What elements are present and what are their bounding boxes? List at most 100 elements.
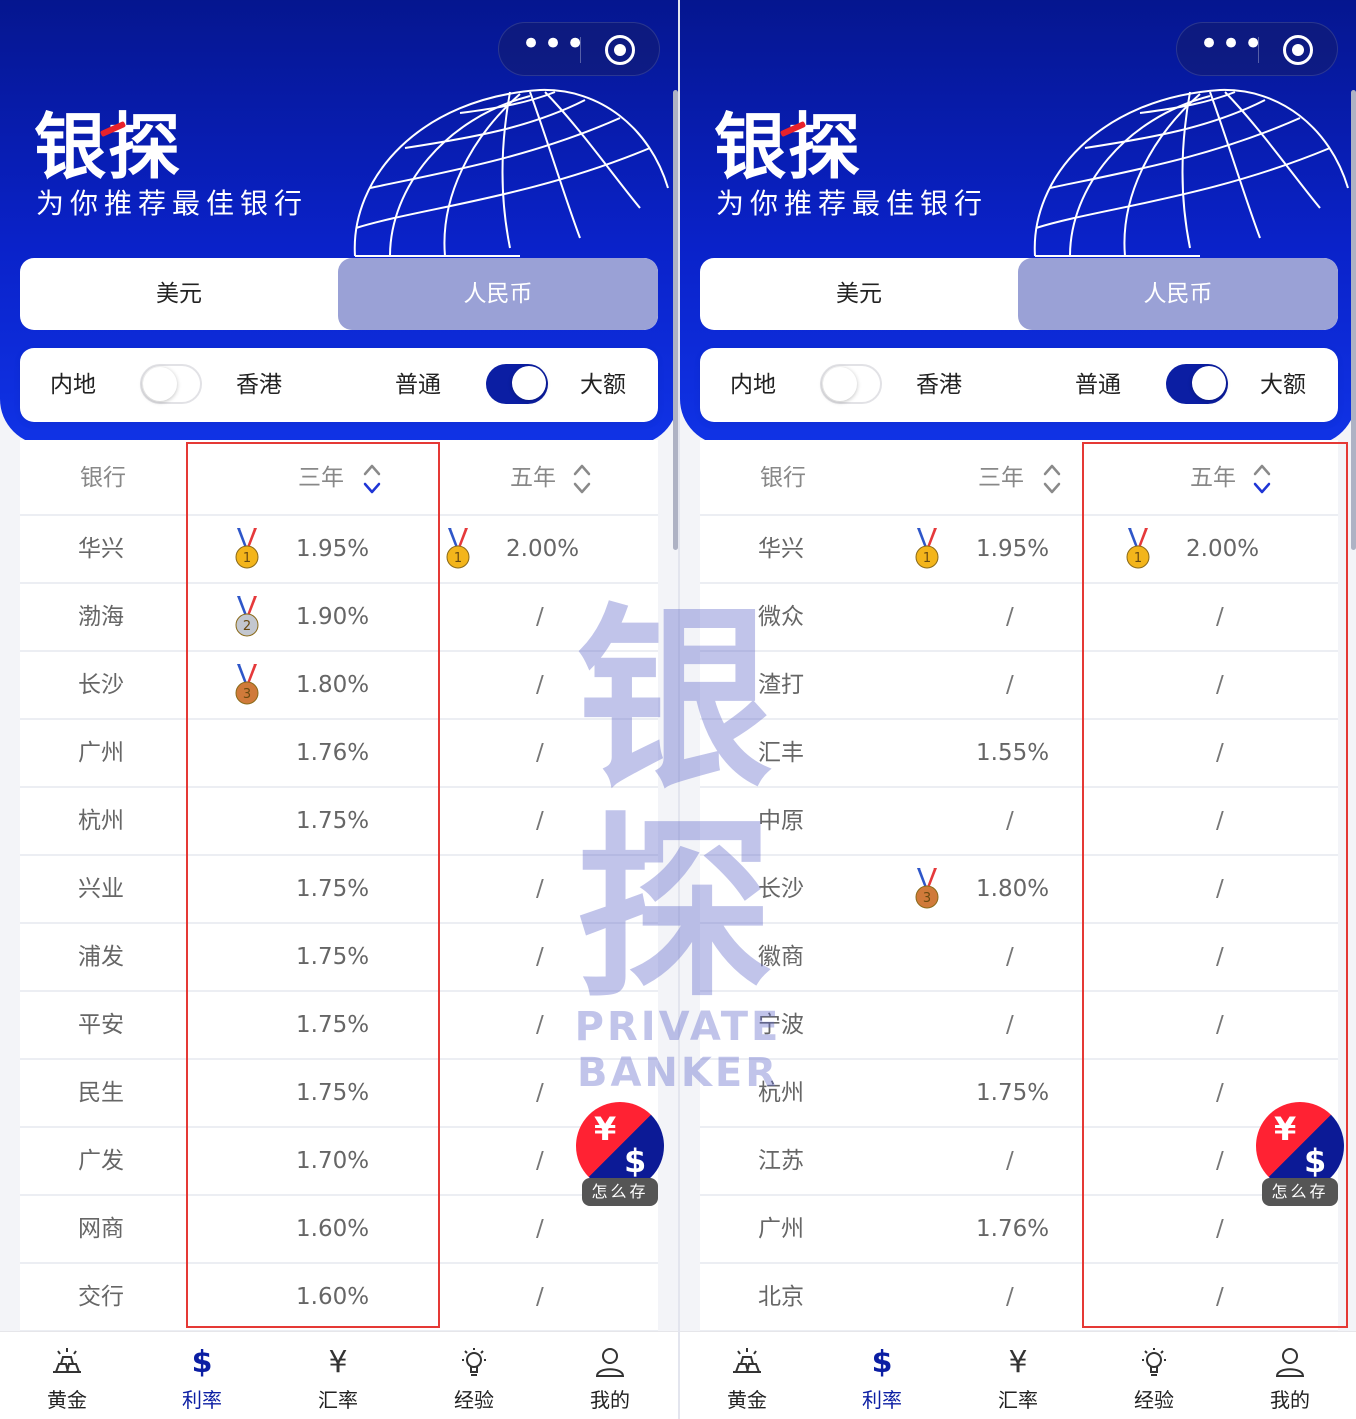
table-row[interactable]: 网商 1.60% / (20, 1196, 658, 1264)
how-to-deposit-button[interactable]: ¥ $ 怎么存 (574, 1102, 666, 1212)
table-row[interactable]: 长沙 1.80% / 3 (700, 856, 1338, 924)
tab-experience[interactable]: 经验 (1114, 1332, 1194, 1413)
table-row[interactable]: 华兴 1.95% 2.00% 1 1 (20, 516, 658, 584)
header-three-year[interactable]: 三年 (978, 440, 1024, 516)
bank-name: 徽商 (758, 944, 804, 970)
three-year-rate: / (1006, 808, 1014, 834)
tab-exchange[interactable]: ¥ 汇率 (978, 1332, 1058, 1413)
table-row[interactable]: 广州 1.76% / (700, 1196, 1338, 1264)
gold-bars-icon (27, 1332, 107, 1380)
lightbulb-icon (434, 1332, 514, 1380)
bank-name: 浦发 (78, 944, 124, 970)
five-year-rate: / (536, 1148, 544, 1174)
bank-name: 长沙 (78, 672, 124, 698)
region-toggle[interactable] (140, 364, 202, 404)
header-five-year[interactable]: 五年 (1190, 440, 1236, 516)
more-icon[interactable]: ••• (1199, 23, 1263, 77)
tab-usd[interactable]: 美元 (20, 258, 338, 330)
tab-exchange[interactable]: ¥ 汇率 (298, 1332, 378, 1413)
capsule-divider (1258, 37, 1259, 63)
table-row[interactable]: 广州 1.76% / (20, 720, 658, 788)
three-year-rate: 1.90% (296, 604, 370, 630)
user-icon (1250, 1332, 1330, 1380)
table-row[interactable]: 渣打 / / (700, 652, 1338, 720)
amount-toggle[interactable] (486, 364, 548, 404)
sort-five-year-icon[interactable] (572, 462, 592, 496)
tab-experience[interactable]: 经验 (434, 1332, 514, 1413)
five-year-rate: / (536, 944, 544, 970)
mini-program-capsule: ••• (1176, 22, 1338, 76)
five-year-rate: / (536, 808, 544, 834)
table-row[interactable]: 平安 1.75% / (20, 992, 658, 1060)
close-target-icon[interactable] (605, 35, 635, 65)
bank-name: 兴业 (78, 876, 124, 902)
table-row[interactable]: 交行 1.60% / (20, 1264, 658, 1332)
tab-mine[interactable]: 我的 (1250, 1332, 1330, 1413)
tab-gold[interactable]: 黄金 (707, 1332, 787, 1413)
table-row[interactable]: 渤海 1.90% / 2 (20, 584, 658, 652)
how-to-deposit-label: 怎么存 (582, 1178, 658, 1206)
five-year-rate: / (1216, 1148, 1224, 1174)
header-three-year[interactable]: 三年 (298, 440, 344, 516)
tab-gold[interactable]: 黄金 (27, 1332, 107, 1413)
table-row[interactable]: 民生 1.75% / (20, 1060, 658, 1128)
five-year-rate: / (1216, 808, 1224, 834)
sort-three-year-icon[interactable] (362, 462, 382, 496)
table-row[interactable]: 浦发 1.75% / (20, 924, 658, 992)
three-year-rate: 1.75% (296, 876, 370, 902)
dollar-icon: $ (871, 1345, 893, 1380)
three-year-rate: / (1006, 604, 1014, 630)
three-year-rate: / (1006, 944, 1014, 970)
silver-medal-icon: 2 (235, 596, 259, 637)
tab-cny[interactable]: 人民币 (338, 258, 658, 330)
svg-text:1: 1 (243, 551, 251, 566)
header-five-year[interactable]: 五年 (510, 440, 556, 516)
close-target-icon[interactable] (1283, 35, 1313, 65)
table-row[interactable]: 北京 / / (700, 1264, 1338, 1332)
table-row[interactable]: 兴业 1.75% / (20, 856, 658, 924)
tab-usd[interactable]: 美元 (700, 258, 1018, 330)
amount-toggle[interactable] (1166, 364, 1228, 404)
five-year-rate: / (536, 1080, 544, 1106)
tab-rates[interactable]: $ 利率 (842, 1332, 922, 1413)
app-slogan: 为你推荐最佳银行 (716, 187, 989, 220)
dollar-icon: $ (1304, 1142, 1327, 1180)
rate-table: 银行 三年 五年 华兴 1.95% 2.00% 1 1 渤海 1.90% / 2 长沙 1.80% /… (20, 440, 658, 1340)
scrollbar[interactable] (1351, 90, 1356, 550)
sort-five-year-icon[interactable] (1252, 462, 1272, 496)
tab-mine[interactable]: 我的 (570, 1332, 650, 1413)
left-screen: ••• 银探 为你推荐最佳银行 美元 人民币 内地 香港 普通 大额 银行 三年… (0, 0, 678, 1419)
bank-name: 广发 (78, 1148, 124, 1174)
table-row[interactable]: 杭州 1.75% / (700, 1060, 1338, 1128)
tab-label: 黄金 (47, 1388, 87, 1412)
five-year-rate: / (536, 1012, 544, 1038)
table-row[interactable]: 华兴 1.95% 2.00% 1 1 (700, 516, 1338, 584)
toggle-knob (823, 367, 857, 401)
tab-rates[interactable]: $ 利率 (162, 1332, 242, 1413)
table-row[interactable]: 汇丰 1.55% / (700, 720, 1338, 788)
currency-tabs: 美元 人民币 (20, 258, 658, 330)
five-year-rate: 2.00% (1186, 536, 1260, 562)
table-row[interactable]: 徽商 / / (700, 924, 1338, 992)
how-to-deposit-button[interactable]: ¥ $ 怎么存 (1254, 1102, 1346, 1212)
tab-cny[interactable]: 人民币 (1018, 258, 1338, 330)
toggle-knob (512, 366, 546, 400)
table-row[interactable]: 微众 / / (700, 584, 1338, 652)
five-year-rate: / (1216, 1284, 1224, 1310)
how-to-deposit-label: 怎么存 (1262, 1178, 1338, 1206)
amount-large-label: 大额 (1260, 372, 1306, 398)
region-hongkong-label: 香港 (916, 372, 962, 398)
table-row[interactable]: 长沙 1.80% / 3 (20, 652, 658, 720)
svg-text:1: 1 (1134, 551, 1142, 566)
sort-three-year-icon[interactable] (1042, 462, 1062, 496)
globe-icon (353, 88, 669, 257)
table-row[interactable]: 江苏 / / (700, 1128, 1338, 1196)
table-row[interactable]: 中原 / / (700, 788, 1338, 856)
table-row[interactable]: 杭州 1.75% / (20, 788, 658, 856)
region-hongkong-label: 香港 (236, 372, 282, 398)
more-icon[interactable]: ••• (521, 23, 585, 77)
table-row[interactable]: 宁波 / / (700, 992, 1338, 1060)
region-toggle[interactable] (820, 364, 882, 404)
three-year-rate: 1.95% (976, 536, 1050, 562)
table-row[interactable]: 广发 1.70% / (20, 1128, 658, 1196)
